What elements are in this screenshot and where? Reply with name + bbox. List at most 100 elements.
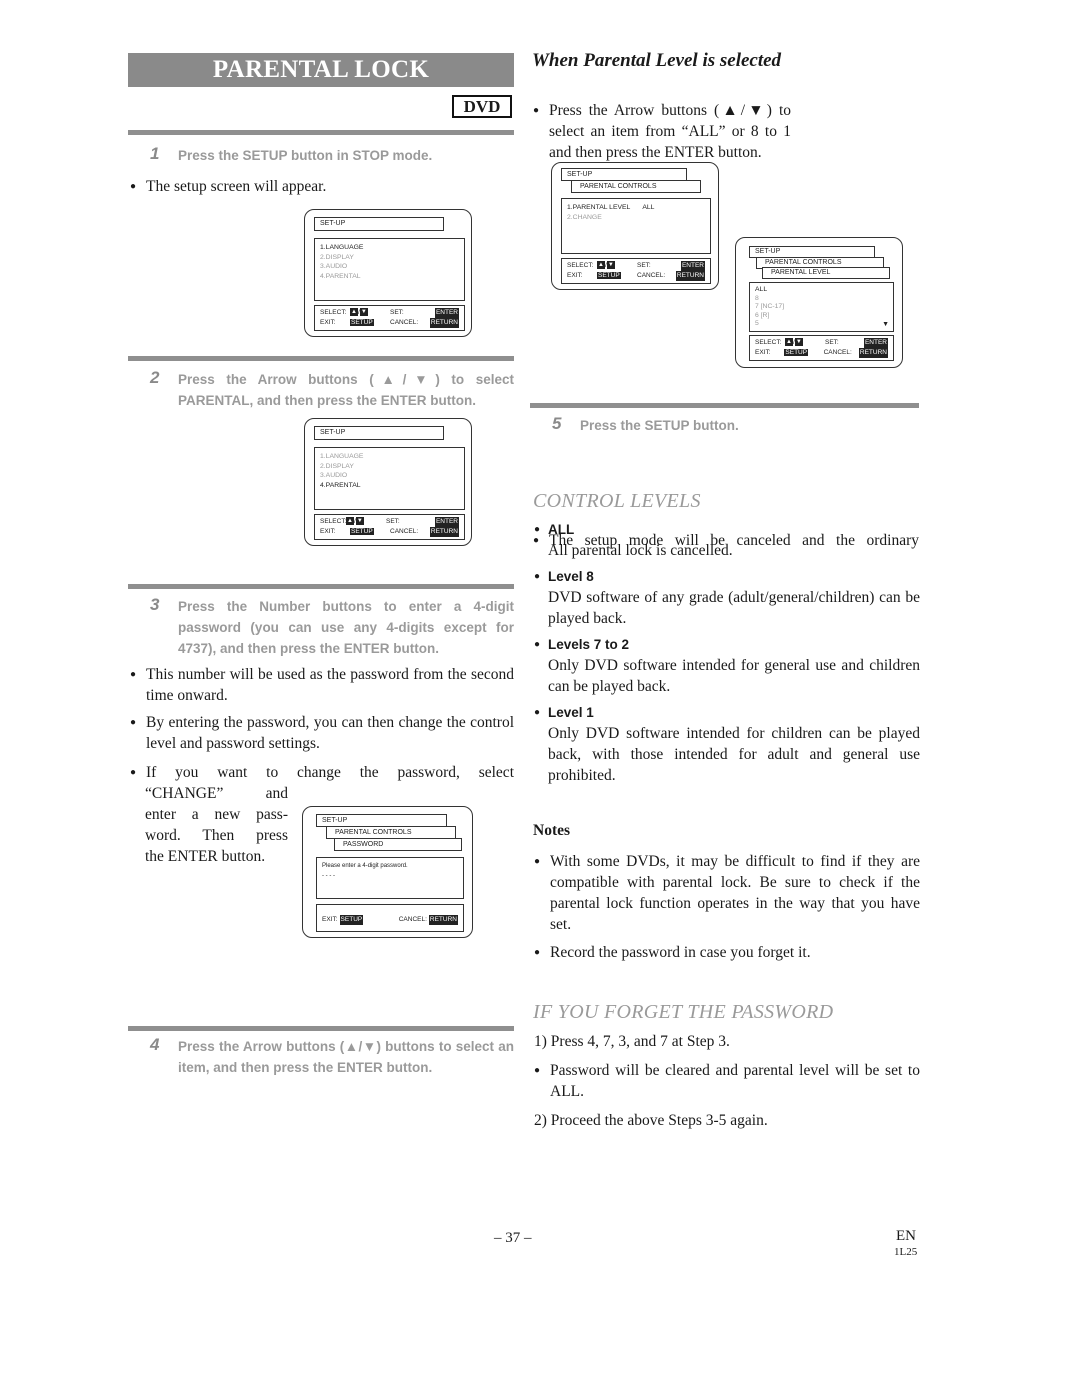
scroll-down-icon: ▼ [882, 320, 889, 328]
osd-level-value: ALL [642, 204, 655, 211]
bullet-text-line: enter a new pass- [145, 806, 288, 823]
osd-menu-item: 2.CHANGE [567, 213, 602, 221]
notes-heading: Notes [533, 822, 571, 839]
osd-menu-item: 3.AUDIO [320, 263, 348, 270]
up-arrow-icon: ▲ [597, 261, 605, 270]
osd-subheader: PASSWORD [334, 838, 462, 851]
note-item: With some DVDs, it may be difficult to f… [534, 851, 920, 935]
osd-password-entry: - - - - [322, 872, 335, 879]
step-text: Press the SETUP button in STOP mode. [178, 148, 433, 163]
osd-screen-password: SET-UP PARENTAL CONTROLS PASSWORD Please… [302, 806, 473, 938]
step-number: 3 [150, 595, 160, 614]
osd-screen-parental-controls: SET-UP PARENTAL CONTROLS 1.PARENTAL LEVE… [551, 162, 719, 290]
osd-menu-item: 1.LANGUAGE [320, 244, 364, 251]
osd-cancel-label: CANCEL: [398, 916, 427, 923]
osd-footer: SELECT: ▲/▼ SET: ENTER EXIT: SETUP CANCE… [561, 258, 711, 284]
osd-header: SET-UP [314, 426, 444, 440]
osd-set-label: SET: [390, 309, 404, 316]
osd-select-label: SELECT: [567, 262, 594, 269]
down-arrow-icon: ▼ [606, 261, 615, 270]
bullet-text-line: “CHANGE” and [145, 785, 288, 802]
osd-set-label: SET: [386, 518, 400, 525]
osd-exit-label: EXIT: [755, 349, 771, 356]
osd-header: SET-UP [314, 217, 444, 231]
osd-level-item: 7 [NC-17] [755, 303, 785, 310]
osd-enter-key: ENTER [434, 517, 459, 527]
control-level-title: Level 1 [534, 703, 920, 723]
bullet-item: This number will be used as the password… [130, 664, 514, 706]
osd-level-item: 6 [R] [755, 311, 770, 319]
osd-menu-item: 2.DISPLAY [320, 253, 354, 261]
control-level-title: ALL [534, 520, 920, 540]
osd-footer: SELECT: ▲/▼ SET: ENTER EXIT: SETUP CANCE… [749, 335, 894, 361]
osd-menu-list: 1.LANGUAGE 2.DISPLAY 3.AUDIO 4.PARENTAL [314, 238, 465, 301]
page-title: PARENTAL LOCK [128, 53, 514, 87]
osd-footer: SELECT: ▲/▼ SET: ENTER EXIT: SETUP CANCE… [314, 514, 465, 540]
control-level-title: Levels 7 to 2 [534, 635, 920, 655]
model-code: 1L25 [894, 1246, 918, 1258]
control-level-item: Level 1 Only DVD software intended for c… [534, 703, 920, 786]
osd-setup-key: SETUP [339, 915, 364, 925]
osd-return-key: RETURN [428, 915, 458, 925]
osd-arrow-keys: ▲/▼ [597, 261, 637, 271]
dvd-badge: DVD [452, 95, 512, 118]
osd-select-label: SELECT: [755, 339, 782, 346]
control-level-desc: Only DVD software intended for general u… [548, 657, 920, 695]
osd-enter-key: ENTER [434, 308, 459, 318]
step-number: 1 [150, 144, 160, 163]
control-level-item: Level 8 DVD software of any grade (adult… [534, 567, 920, 629]
osd-cancel-label: CANCEL: [390, 319, 419, 326]
note-item: Record the password in case you forget i… [534, 942, 920, 963]
osd-cancel-label: CANCEL: [823, 349, 852, 356]
section-divider [128, 356, 514, 361]
osd-footer: SELECT: ▲/▼ SET: ENTER EXIT: SETUP CANCE… [314, 305, 465, 331]
osd-arrow-keys: ▲/▼ [350, 308, 390, 318]
osd-enter-key: ENTER [863, 338, 888, 348]
control-level-item: Levels 7 to 2 Only DVD software intended… [534, 635, 920, 697]
step-3: 3 Press the Number buttons to enter a 4-… [150, 595, 514, 659]
bullet-item: Password will be cleared and parental le… [534, 1060, 920, 1102]
osd-menu-item: 4.PARENTAL [320, 272, 361, 280]
osd-screen-setup-parental: SET-UP 1.LANGUAGE 2.DISPLAY 3.AUDIO 4.PA… [304, 418, 472, 546]
osd-menu-list: 1.LANGUAGE 2.DISPLAY 3.AUDIO 4.PARENTAL [314, 447, 465, 510]
forget-password-steps: 1) Press 4, 7, 3, and 7 at Step 3. Passw… [534, 1031, 920, 1131]
bullet-text-line: word. Then press [145, 827, 288, 844]
notes-list: With some DVDs, it may be difficult to f… [534, 851, 920, 963]
forget-step: 1) Press 4, 7, 3, and 7 at Step 3. [534, 1033, 730, 1050]
step-number: 4 [150, 1035, 160, 1054]
osd-return-key: RETURN [429, 527, 459, 537]
osd-menu-list: 1.PARENTAL LEVEL ALL 2.CHANGE [561, 198, 711, 254]
language-code: EN [896, 1228, 916, 1244]
bullet-item: By entering the password, you can then c… [130, 712, 514, 754]
osd-setup-key: SETUP [350, 528, 374, 535]
osd-level-item: 5 [755, 320, 759, 327]
osd-level-list: ALL 8 7 [NC-17] 6 [R] 5 ▼ [749, 282, 894, 332]
parental-level-heading: When Parental Level is selected [532, 50, 782, 71]
step3-bullets: This number will be used as the password… [130, 664, 514, 760]
osd-return-key: RETURN [675, 271, 705, 281]
osd-footer: EXIT: SETUP CANCEL: RETURN [316, 904, 464, 932]
step-number: 2 [150, 368, 160, 387]
osd-exit-label: EXIT: [320, 319, 336, 326]
osd-setup-key: SETUP [597, 272, 621, 279]
osd-level-item: 8 [755, 294, 759, 302]
control-level-title: Level 8 [534, 567, 920, 587]
control-level-item: ALL All parental lock is cancelled. [534, 520, 920, 561]
osd-password-panel: Please enter a 4-digit password. - - - - [316, 857, 464, 899]
osd-menu-item: 4.PARENTAL [320, 481, 361, 489]
osd-subheader: PARENTAL LEVEL [762, 267, 890, 279]
down-arrow-icon: ▼ [359, 308, 368, 317]
up-arrow-icon: ▲ [785, 338, 793, 347]
osd-set-label: SET: [637, 262, 651, 269]
osd-screen-setup-language: SET-UP 1.LANGUAGE 2.DISPLAY 3.AUDIO 4.PA… [304, 209, 472, 337]
osd-select-label: SELECT: [320, 309, 347, 316]
section-divider [128, 130, 514, 135]
step-2: 2 Press the Arrow buttons (▲/▼) to selec… [150, 368, 514, 411]
forget-step: 2) Proceed the above Steps 3-5 again. [534, 1112, 768, 1129]
osd-setup-key: SETUP [350, 319, 374, 326]
step-text: Press the SETUP button. [580, 418, 739, 433]
step-4: 4 Press the Arrow buttons (▲/▼) buttons … [150, 1035, 514, 1078]
down-arrow-icon: ▼ [355, 517, 364, 526]
step-5: 5 Press the SETUP button. [552, 414, 916, 436]
osd-set-label: SET: [825, 339, 839, 346]
